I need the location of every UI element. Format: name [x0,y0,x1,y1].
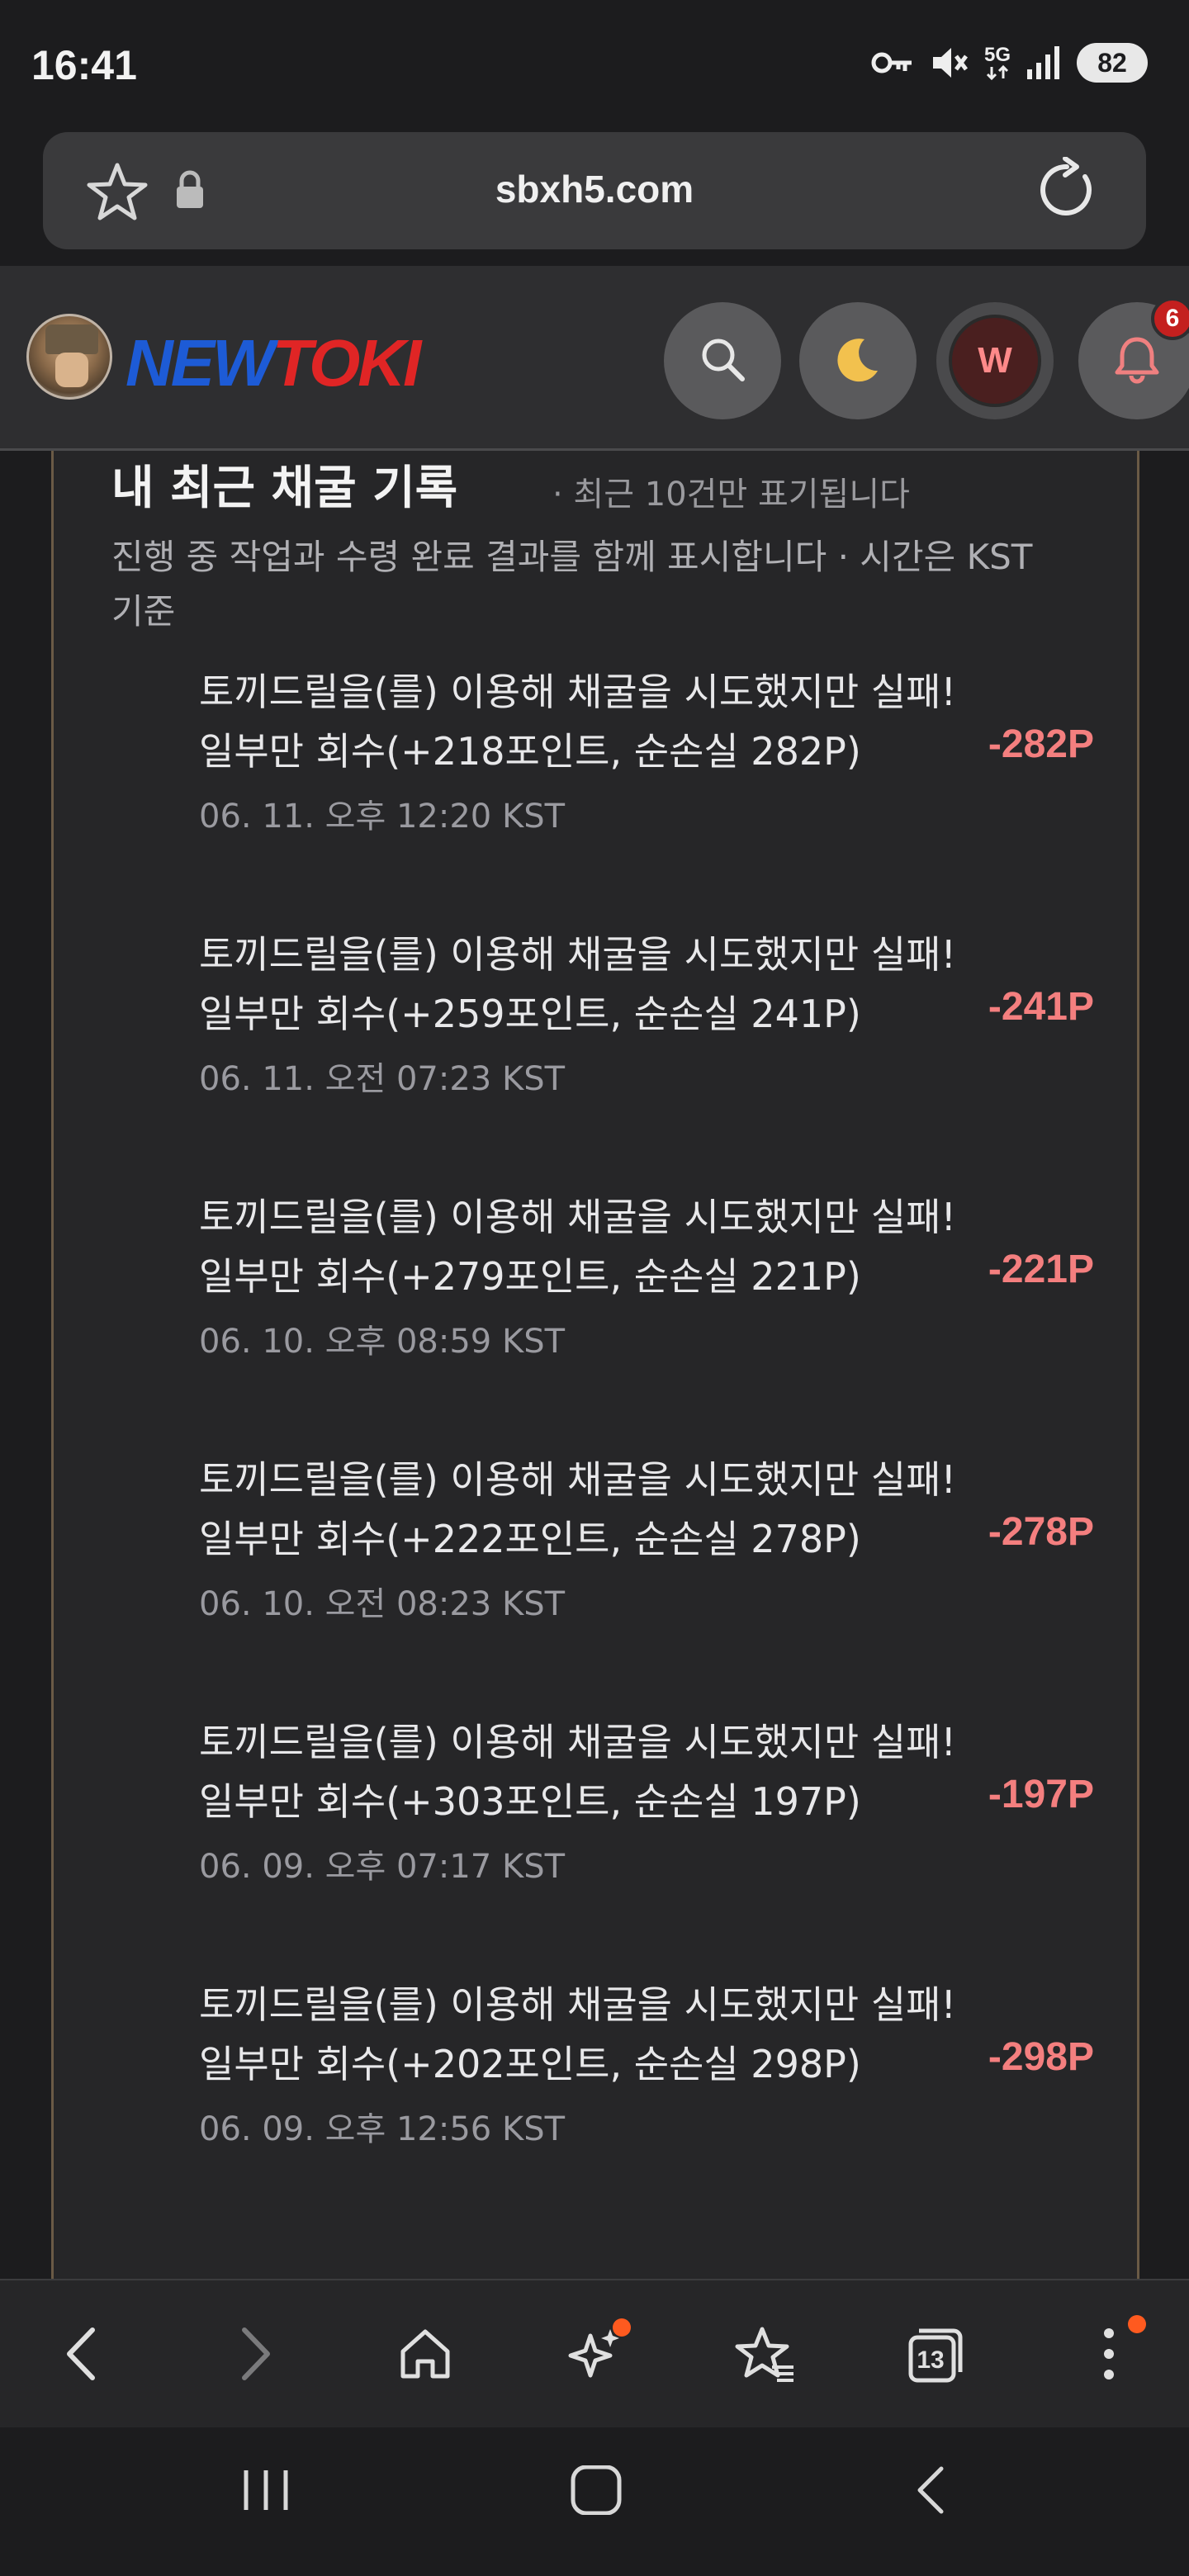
status-time: 16:41 [31,42,137,88]
moon-icon [833,334,883,387]
records-list: 토끼드릴을(를) 이용해 채굴을 시도했지만 실패! 일부만 회수(+218포인… [144,639,1094,2214]
record-date: 06. 09. 오후 12:56 KST [199,2110,566,2148]
record-date: 06. 10. 오전 08:23 KST [199,1585,566,1623]
logo-text-toki: TOKI [272,326,422,400]
record-amount: -197P [988,1773,1094,1816]
more-icon [1101,2325,1117,2386]
record-text: 토끼드릴을(를) 이용해 채굴을 시도했지만 실패! 일부만 회수(+303포인… [199,1720,956,1824]
battery-icon: 82 [1077,43,1148,83]
list-item: 토끼드릴을(를) 이용해 채굴을 시도했지만 실패! 일부만 회수(+279포인… [144,1164,1094,1427]
tabs-icon: 13 [906,2326,965,2385]
back-button[interactable] [45,2318,119,2393]
back-nav-button[interactable] [912,2465,951,2518]
user-avatar: W [949,315,1041,407]
record-date: 06. 11. 오전 07:23 KST [199,1060,566,1098]
avatar-face [55,353,88,387]
record-text: 토끼드릴을(를) 이용해 채굴을 시도했지만 실패! 일부만 회수(+218포인… [199,670,956,774]
section-title: 내 최근 채굴 기록 [111,462,458,515]
section-description: 진행 중 작업과 수령 완료 결과를 함께 표시합니다 · 시간은 KST 기준 [111,537,1033,632]
ai-assistant-button[interactable] [558,2318,632,2393]
system-nav-bar [0,2427,1189,2576]
search-icon [698,334,747,387]
tab-count: 13 [917,2346,945,2374]
bookmarks-button[interactable] [728,2318,803,2393]
avatar-hat [45,324,98,354]
notification-badge: 6 [1151,297,1189,340]
5g-icon: 5G [984,45,1011,80]
record-text: 토끼드릴을(를) 이용해 채굴을 시도했지만 실패! 일부만 회수(+279포인… [199,1195,956,1299]
notification-button[interactable]: 6 [1078,297,1189,419]
list-item: 토끼드릴을(를) 이용해 채굴을 시도했지만 실패! 일부만 회수(+218포인… [144,639,1094,902]
reload-icon[interactable] [1034,156,1100,226]
more-menu-button[interactable] [1072,2315,1146,2393]
record-amount: -298P [988,2035,1094,2079]
home-icon [396,2325,454,2386]
record-amount: -278P [988,1510,1094,1554]
record-text: 토끼드릴을(를) 이용해 채굴을 시도했지만 실패! 일부만 회수(+259포인… [199,932,956,1036]
section-note: · 최근 10건만 표기됩니다 [552,476,910,514]
url-text[interactable]: sbxh5.com [43,167,1146,211]
forward-icon [234,2325,276,2386]
list-item: 토끼드릴을(를) 이용해 채굴을 시도했지만 실패! 일부만 회수(+222포인… [144,1427,1094,1689]
dark-mode-button[interactable] [799,302,917,419]
record-amount: -282P [988,722,1094,766]
mute-icon [930,45,969,81]
record-date: 06. 10. 오후 08:59 KST [199,1323,566,1361]
record-date: 06. 11. 오후 12:20 KST [199,798,566,836]
main-content[interactable]: 내 최근 채굴 기록 · 최근 10건만 표기됩니다 진행 중 작업과 수령 완… [0,451,1189,2279]
logo-avatar[interactable] [26,314,112,400]
logo-text-new: NEW [126,326,275,400]
status-icons: 5G 82 [870,43,1148,83]
list-item: 토끼드릴을(를) 이용해 채굴을 시도했지만 실패! 일부만 회수(+202포인… [144,1952,1094,2214]
user-menu-button[interactable]: W [936,302,1054,419]
list-item: 토끼드릴을(를) 이용해 채굴을 시도했지만 실패! 일부만 회수(+259포인… [144,902,1094,1164]
site-logo[interactable]: NEWTOKI [126,325,422,401]
forward-button[interactable] [218,2318,292,2393]
key-icon [870,46,915,79]
back-icon [61,2325,102,2386]
record-amount: -241P [988,985,1094,1029]
bookmarks-icon [734,2324,797,2387]
record-amount: -221P [988,1248,1094,1291]
record-text: 토끼드릴을(를) 이용해 채굴을 시도했지만 실패! 일부만 회수(+222포인… [199,1457,956,1561]
bell-icon [1111,333,1163,389]
url-bar[interactable]: sbxh5.com [43,132,1146,249]
recents-button[interactable] [239,2465,292,2518]
signal-icon [1026,45,1062,81]
notification-dot [613,2318,631,2337]
browser-toolbar: 13 [0,2279,1189,2427]
mining-history-panel: 내 최근 채굴 기록 · 최근 10건만 표기됩니다 진행 중 작업과 수령 완… [51,451,1139,2279]
record-date: 06. 09. 오후 07:17 KST [199,1848,566,1886]
home-nav-button[interactable] [570,2465,623,2518]
site-header: NEWTOKI W 6 [0,266,1189,451]
record-text: 토끼드릴을(를) 이용해 채굴을 시도했지만 실패! 일부만 회수(+202포인… [199,1982,956,2086]
home-button[interactable] [388,2318,462,2393]
search-button[interactable] [664,302,781,419]
status-bar: 16:41 5G 82 [0,0,1189,132]
notification-dot [1128,2315,1146,2333]
list-item: 토끼드릴을(를) 이용해 채굴을 시도했지만 실패! 일부만 회수(+303포인… [144,1689,1094,1952]
tabs-button[interactable]: 13 [898,2318,973,2393]
